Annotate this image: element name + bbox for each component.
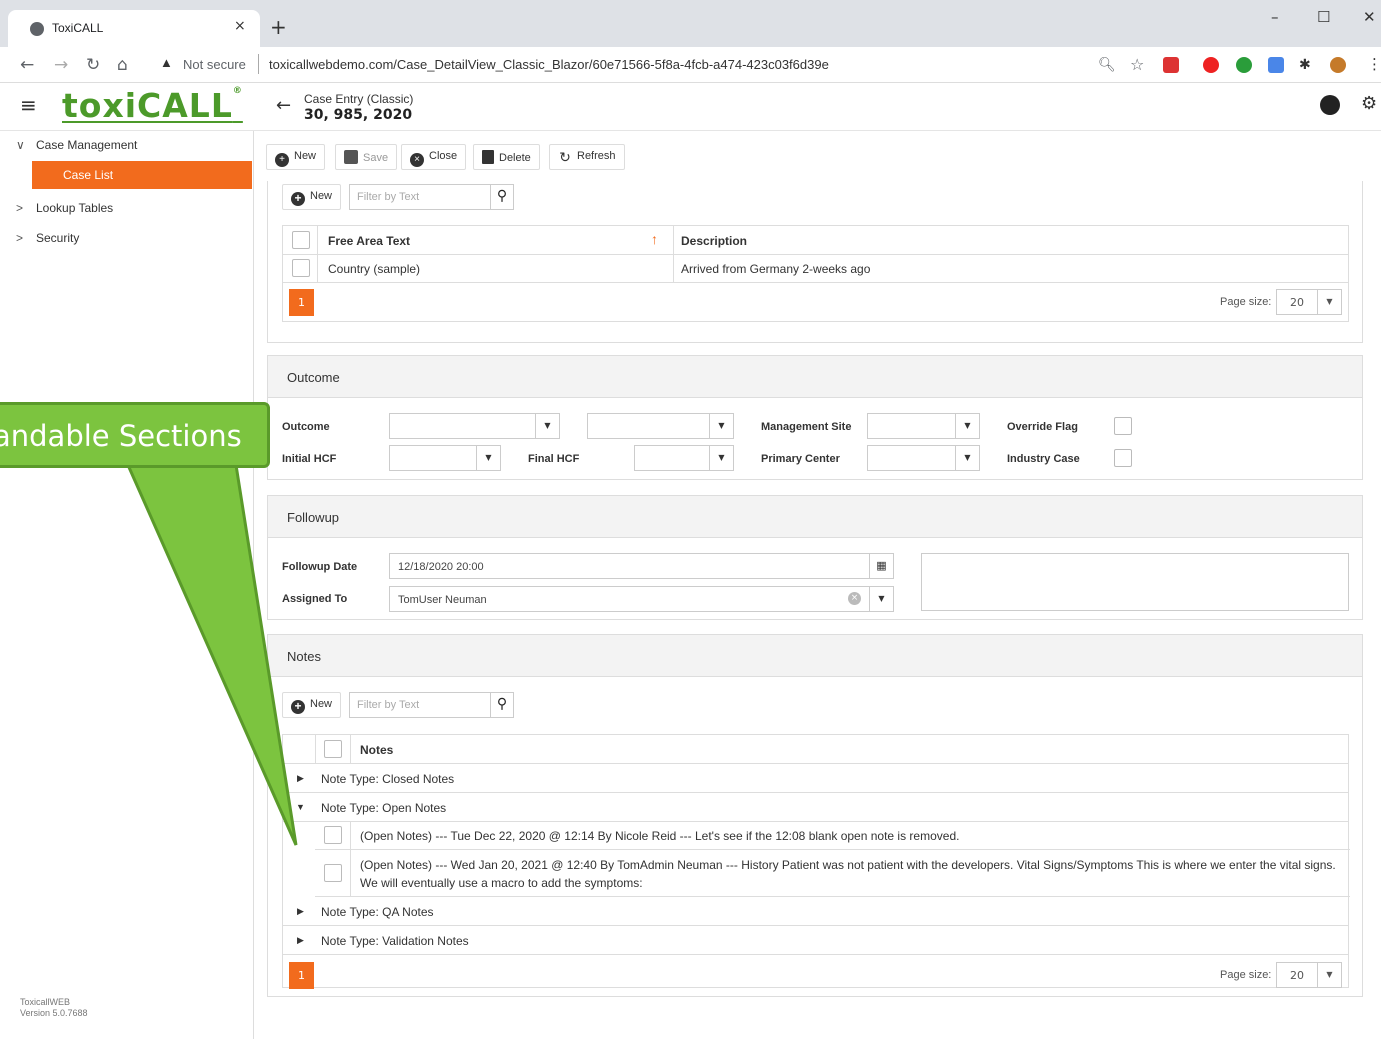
callout-text: andable Sections (0, 419, 242, 453)
callout-bubble: andable Sections (0, 402, 270, 468)
callout-pointer (125, 463, 298, 846)
